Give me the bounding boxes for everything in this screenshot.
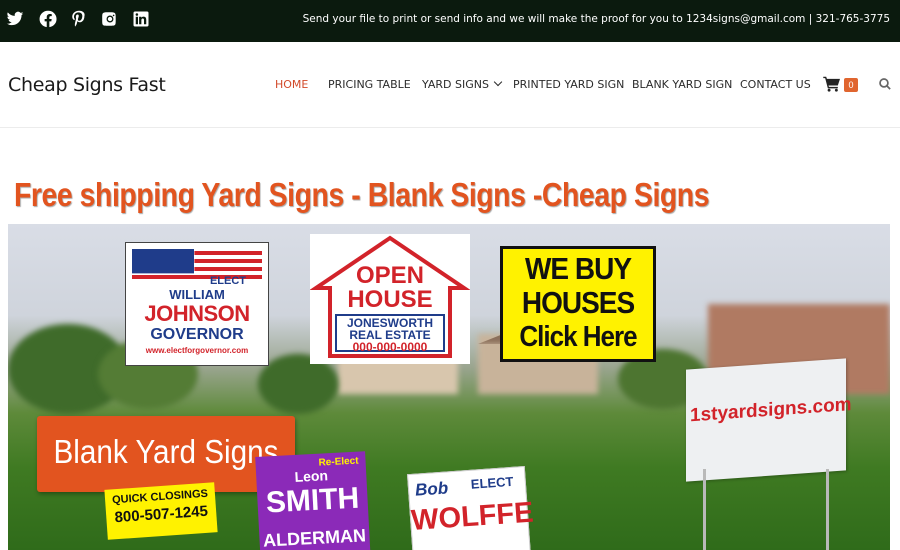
nav-pricing-table[interactable]: PRICING TABLE [328,78,411,91]
site-logo[interactable]: Cheap Signs Fast [8,74,166,96]
open-line5: 000-000-0000 [352,340,428,354]
hero-banner: ELECT WILLIAM JOHNSON GOVERNOR www.elect… [8,224,890,550]
elect-line4: GOVERNOR [150,326,244,343]
cart-icon[interactable] [823,76,841,92]
sign-bob-wolffe: Bob ELECT WOLFFE [407,465,535,550]
sign-leon-smith: Re-Elect Leon SMITH ALDERMAN [255,451,371,550]
sign-we-buy-houses: WE BUY HOUSES Click Here [500,246,656,362]
twitter-icon[interactable] [6,10,24,28]
search-icon[interactable] [879,77,891,90]
sign-open-house: OPEN HOUSE JONESWORTH REAL ESTATE 000-00… [310,234,470,364]
buy-line1: WE BUY [525,251,632,286]
nav-contact-us[interactable]: CONTACT US [740,78,811,91]
cart-count-badge: 0 [844,78,858,92]
sign-elect-governor: ELECT WILLIAM JOHNSON GOVERNOR www.elect… [125,242,269,366]
leon-line3: SMITH [265,481,361,520]
elect-line2: WILLIAM [169,287,225,302]
sign-stake [826,469,829,550]
instagram-icon[interactable] [101,10,119,28]
sign-website: 1styardsigns.com [686,358,852,482]
nav-printed-yard-sign[interactable]: PRINTED YARD SIGN [513,78,624,91]
open-line2: HOUSE [347,286,433,313]
facebook-icon[interactable] [39,10,57,28]
blank-yard-signs-label: Blank Yard Signs [53,433,279,470]
linkedin-icon[interactable] [132,10,150,28]
buy-line2: HOUSES [521,285,635,320]
top-bar: Send your file to print or send info and… [0,0,900,42]
buy-line3: Click Here [519,319,637,353]
bob-line2: ELECT [470,473,514,492]
nav-yard-signs[interactable]: YARD SIGNS [422,77,503,91]
contact-message: Send your file to print or send info and… [302,13,890,25]
elect-line5: www.electforgovernor.com [145,346,249,355]
chevron-down-icon [493,77,503,87]
sign-quick-closings: QUICK CLOSINGS 800-507-1245 [104,482,218,540]
elect-line3: JOHNSON [144,301,250,326]
bob-line3: WOLFFE [410,496,535,538]
site-header: Cheap Signs Fast HOME PRICING TABLE YARD… [0,42,900,128]
page-headline: Free shipping Yard Signs - Blank Signs -… [14,176,710,213]
quick-line2: 800-507-1245 [114,502,209,527]
pinterest-icon[interactable] [70,10,88,28]
leon-line4: ALDERMAN [262,525,367,550]
nav-yard-signs-label: YARD SIGNS [422,78,489,91]
nav-blank-yard-sign[interactable]: BLANK YARD SIGN [632,78,732,91]
website-text: 1styardsigns.com [690,394,852,427]
bob-line1: Bob [414,478,449,500]
nav-home[interactable]: HOME [275,78,308,91]
sign-stake [703,469,706,550]
elect-line1: ELECT [209,275,246,287]
